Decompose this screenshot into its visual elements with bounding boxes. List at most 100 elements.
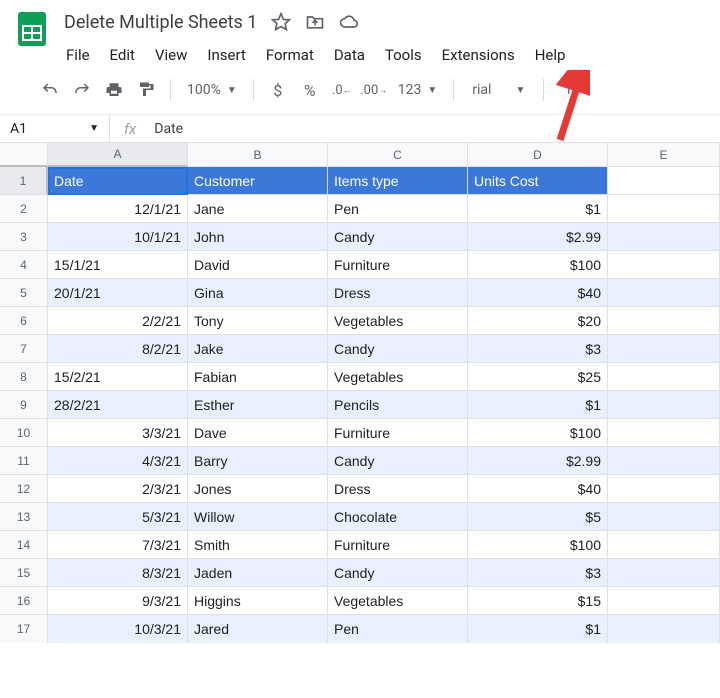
row-header[interactable]: 13 — [0, 503, 48, 531]
cell[interactable]: Furniture — [328, 531, 468, 559]
col-header-D[interactable]: D — [468, 143, 608, 167]
cell[interactable]: Jaden — [188, 559, 328, 587]
cloud-status-icon[interactable] — [339, 12, 359, 32]
cell[interactable]: Gina — [188, 279, 328, 307]
cell[interactable]: Pencils — [328, 391, 468, 419]
cell[interactable] — [608, 615, 720, 643]
cell[interactable]: 3/3/21 — [48, 419, 188, 447]
cell[interactable]: $2.99 — [468, 223, 608, 251]
undo-button[interactable] — [36, 76, 64, 104]
cell[interactable]: Tony — [188, 307, 328, 335]
cell[interactable] — [608, 559, 720, 587]
cell[interactable]: Vegetables — [328, 307, 468, 335]
menu-format[interactable]: Format — [258, 40, 322, 70]
cell[interactable] — [608, 195, 720, 223]
cell[interactable] — [608, 531, 720, 559]
cell[interactable]: 2/2/21 — [48, 307, 188, 335]
cell[interactable] — [608, 503, 720, 531]
cell[interactable]: $20 — [468, 307, 608, 335]
cell[interactable]: $5 — [468, 503, 608, 531]
star-icon[interactable] — [271, 12, 291, 32]
cell[interactable]: Candy — [328, 447, 468, 475]
cell[interactable]: Candy — [328, 223, 468, 251]
cell[interactable] — [608, 363, 720, 391]
menu-help[interactable]: Help — [527, 40, 574, 70]
cell[interactable] — [608, 307, 720, 335]
cell[interactable] — [608, 475, 720, 503]
cell[interactable]: Dress — [328, 279, 468, 307]
cell[interactable] — [608, 167, 720, 195]
format-select[interactable]: 123▼ — [392, 82, 444, 98]
zoom-select[interactable]: 100%▼ — [181, 82, 243, 98]
cell[interactable]: $40 — [468, 279, 608, 307]
col-header-C[interactable]: C — [328, 143, 468, 167]
cell[interactable]: Customer — [188, 167, 328, 195]
font-size[interactable]: 10 — [554, 82, 580, 98]
print-button[interactable] — [100, 76, 128, 104]
cell[interactable]: Vegetables — [328, 363, 468, 391]
cell[interactable]: $3 — [468, 559, 608, 587]
cell[interactable]: $1 — [468, 391, 608, 419]
row-header[interactable]: 14 — [0, 531, 48, 559]
spreadsheet-grid[interactable]: A B C D E 1 Date Customer Items type Uni… — [0, 143, 720, 643]
cell[interactable]: Jared — [188, 615, 328, 643]
cell[interactable]: Dress — [328, 475, 468, 503]
row-header[interactable]: 11 — [0, 447, 48, 475]
percent-button[interactable]: % — [296, 76, 324, 104]
cell[interactable]: Furniture — [328, 419, 468, 447]
move-icon[interactable] — [305, 12, 325, 32]
cell[interactable]: 15/1/21 — [48, 251, 188, 279]
cell[interactable]: $100 — [468, 419, 608, 447]
cell[interactable]: 5/3/21 — [48, 503, 188, 531]
cell[interactable]: Jones — [188, 475, 328, 503]
cell[interactable]: Willow — [188, 503, 328, 531]
row-header[interactable]: 2 — [0, 195, 48, 223]
cell[interactable]: 2/3/21 — [48, 475, 188, 503]
cell[interactable] — [608, 279, 720, 307]
row-header[interactable]: 15 — [0, 559, 48, 587]
cell[interactable]: Fabian — [188, 363, 328, 391]
cell[interactable]: John — [188, 223, 328, 251]
cell[interactable]: 8/3/21 — [48, 559, 188, 587]
cell[interactable] — [608, 447, 720, 475]
cell[interactable] — [608, 223, 720, 251]
cell[interactable]: $3 — [468, 335, 608, 363]
cell[interactable]: 8/2/21 — [48, 335, 188, 363]
cell[interactable]: $1 — [468, 615, 608, 643]
row-header[interactable]: 4 — [0, 251, 48, 279]
menu-edit[interactable]: Edit — [102, 40, 143, 70]
cell[interactable]: $40 — [468, 475, 608, 503]
row-header[interactable]: 16 — [0, 587, 48, 615]
cell[interactable]: Candy — [328, 335, 468, 363]
cell[interactable]: 28/2/21 — [48, 391, 188, 419]
cell[interactable]: 10/3/21 — [48, 615, 188, 643]
cell[interactable]: 9/3/21 — [48, 587, 188, 615]
menu-insert[interactable]: Insert — [199, 40, 253, 70]
row-header[interactable]: 10 — [0, 419, 48, 447]
cell[interactable]: $2.99 — [468, 447, 608, 475]
sheets-logo[interactable] — [12, 8, 52, 48]
row-header[interactable]: 9 — [0, 391, 48, 419]
menu-file[interactable]: File — [58, 40, 98, 70]
select-all-corner[interactable] — [0, 143, 48, 167]
cell[interactable]: Esther — [188, 391, 328, 419]
cell[interactable] — [608, 335, 720, 363]
cell[interactable]: Chocolate — [328, 503, 468, 531]
row-header[interactable]: 6 — [0, 307, 48, 335]
row-header[interactable]: 5 — [0, 279, 48, 307]
cell[interactable] — [608, 419, 720, 447]
cell[interactable]: $100 — [468, 251, 608, 279]
row-header[interactable]: 12 — [0, 475, 48, 503]
cell[interactable]: Vegetables — [328, 587, 468, 615]
row-header[interactable]: 8 — [0, 363, 48, 391]
cell[interactable]: Jake — [188, 335, 328, 363]
cell[interactable]: 4/3/21 — [48, 447, 188, 475]
cell[interactable]: $1 — [468, 195, 608, 223]
name-box[interactable]: A1 ▼ — [0, 115, 110, 142]
menu-extensions[interactable]: Extensions — [434, 40, 523, 70]
row-header[interactable]: 17 — [0, 615, 48, 643]
cell[interactable]: Furniture — [328, 251, 468, 279]
paint-format-button[interactable] — [132, 76, 160, 104]
cell[interactable] — [608, 251, 720, 279]
cell[interactable]: Higgins — [188, 587, 328, 615]
